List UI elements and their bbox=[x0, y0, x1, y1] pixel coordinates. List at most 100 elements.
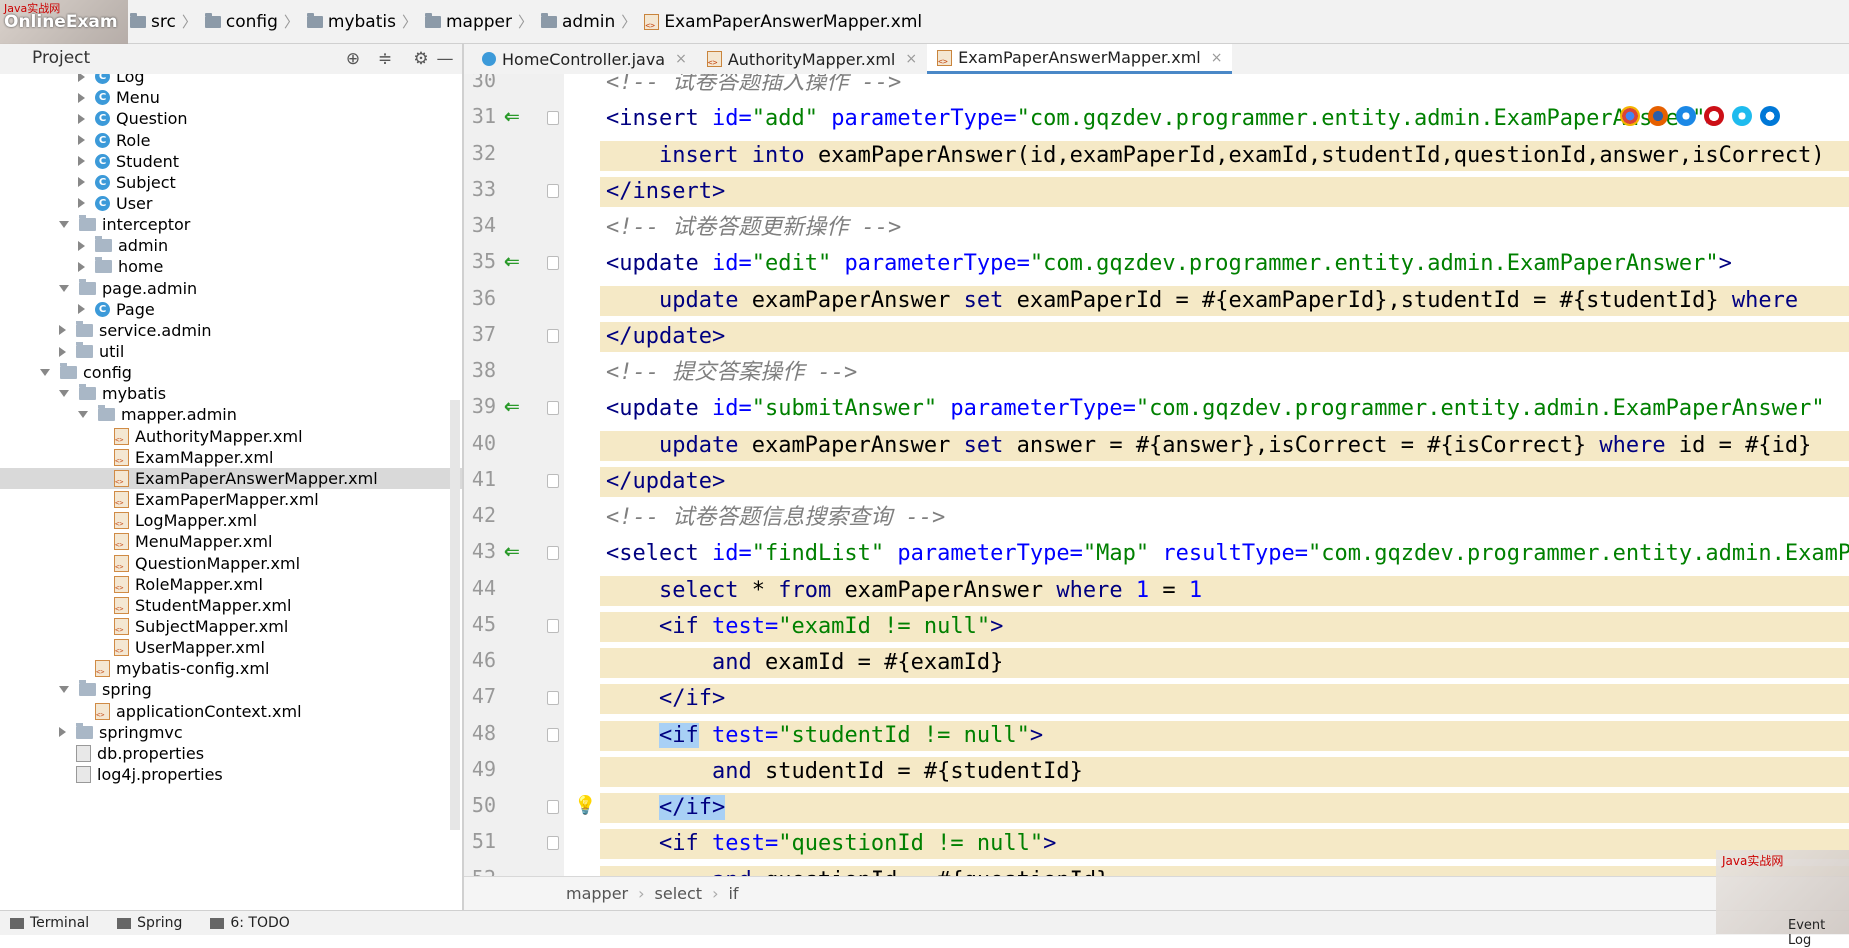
code-editor[interactable]: 30 <!-- 试卷答题插入操作 --> 31 ⇐ <insert id="add" p… bbox=[464, 74, 1849, 876]
editor-tab[interactable]: AuthorityMapper.xml × bbox=[697, 44, 927, 74]
locate-icon[interactable]: ⊕ bbox=[344, 50, 362, 68]
code-text[interactable]: </update> bbox=[600, 321, 1849, 352]
hide-panel-icon[interactable]: — bbox=[436, 50, 454, 68]
tree-item[interactable]: mybatis bbox=[0, 383, 462, 404]
expanded-arrow-icon[interactable] bbox=[59, 284, 69, 292]
code-text[interactable]: <if test="questionId != null"> bbox=[600, 829, 1849, 860]
collapsed-arrow-icon[interactable] bbox=[78, 74, 85, 82]
collapsed-arrow-icon[interactable] bbox=[59, 727, 66, 738]
chrome-icon[interactable] bbox=[1620, 106, 1640, 126]
code-text[interactable]: and examId = #{examId} bbox=[600, 648, 1849, 678]
fold-marker-icon[interactable] bbox=[547, 111, 559, 126]
tree-item[interactable]: home bbox=[0, 256, 462, 277]
safari-icon[interactable] bbox=[1676, 106, 1696, 126]
expanded-arrow-icon[interactable] bbox=[40, 369, 50, 377]
collapsed-arrow-icon[interactable] bbox=[78, 92, 85, 103]
code-text[interactable]: and studentId = #{studentId} bbox=[600, 756, 1849, 787]
breadcrumb-item[interactable]: ExamPaperAnswerMapper.xml bbox=[644, 12, 922, 32]
tree-item[interactable]: mybatis-config.xml bbox=[0, 658, 462, 679]
code-text[interactable]: update examPaperAnswer set answer = #{an… bbox=[600, 430, 1849, 461]
collapsed-arrow-icon[interactable] bbox=[78, 135, 85, 145]
close-icon[interactable]: × bbox=[905, 51, 917, 67]
editor-breadcrumb-item[interactable]: select bbox=[655, 884, 703, 903]
tree-item[interactable]: ExamMapper.xml bbox=[0, 447, 462, 468]
fold-marker-icon[interactable] bbox=[547, 401, 559, 416]
fold-marker-icon[interactable] bbox=[547, 546, 559, 561]
code-text[interactable]: </insert> bbox=[600, 176, 1849, 207]
code-text[interactable]: update examPaperAnswer set examPaperId =… bbox=[600, 285, 1849, 316]
tree-item[interactable]: RoleMapper.xml bbox=[0, 574, 462, 595]
code-text[interactable]: </if> bbox=[600, 684, 1849, 715]
fold-marker-icon[interactable] bbox=[547, 618, 559, 633]
close-icon[interactable]: × bbox=[675, 51, 687, 67]
collapsed-arrow-icon[interactable] bbox=[78, 113, 85, 124]
breadcrumb-item[interactable]: src bbox=[130, 12, 176, 32]
collapsed-arrow-icon[interactable] bbox=[78, 198, 85, 209]
implementation-arrow-icon[interactable]: ⇐ bbox=[504, 103, 520, 129]
tree-item[interactable]: db.properties bbox=[0, 743, 462, 764]
fold-marker-icon[interactable] bbox=[547, 727, 559, 742]
edge-icon[interactable] bbox=[1760, 106, 1780, 126]
statusbar-6-todo[interactable]: 6: TODO bbox=[210, 915, 290, 931]
fold-marker-icon[interactable] bbox=[547, 473, 559, 488]
implementation-arrow-icon[interactable]: ⇐ bbox=[504, 248, 520, 274]
expanded-arrow-icon[interactable] bbox=[78, 411, 88, 419]
fold-marker-icon[interactable] bbox=[547, 800, 559, 814]
tree-item[interactable]: QuestionMapper.xml bbox=[0, 552, 462, 573]
tree-item[interactable]: SubjectMapper.xml bbox=[0, 616, 462, 637]
tree-item[interactable]: C Subject bbox=[0, 172, 462, 193]
tree-item[interactable]: C Page bbox=[0, 299, 462, 320]
code-text[interactable]: </update> bbox=[600, 466, 1849, 497]
tree-item[interactable]: spring bbox=[0, 679, 462, 700]
tree-item[interactable]: ExamPaperMapper.xml bbox=[0, 489, 462, 510]
code-text[interactable]: <!-- 试卷答题更新操作 --> bbox=[600, 213, 1849, 243]
tree-item[interactable]: util bbox=[0, 341, 462, 362]
tree-item[interactable]: C Student bbox=[0, 151, 462, 172]
opera-icon[interactable] bbox=[1704, 106, 1724, 126]
event-log-button[interactable]: Event Log bbox=[1788, 918, 1849, 948]
tree-item[interactable]: config bbox=[0, 362, 462, 383]
collapsed-arrow-icon[interactable] bbox=[78, 261, 85, 272]
code-text[interactable]: <update id="edit" parameterType="com.gqz… bbox=[600, 249, 1849, 279]
tree-item[interactable]: admin bbox=[0, 235, 462, 256]
project-panel-title[interactable]: Project bbox=[32, 48, 90, 68]
fold-marker-icon[interactable] bbox=[547, 183, 559, 198]
breadcrumb-item[interactable]: mybatis bbox=[306, 12, 396, 32]
expanded-arrow-icon[interactable] bbox=[59, 221, 69, 229]
tree-item[interactable]: C Role bbox=[0, 129, 462, 150]
code-text[interactable]: <select id="findList" parameterType="Map… bbox=[600, 539, 1849, 569]
tree-item[interactable]: MenuMapper.xml bbox=[0, 531, 462, 552]
collapsed-arrow-icon[interactable] bbox=[78, 177, 85, 188]
code-text[interactable]: and questionId = #{questionId} bbox=[600, 865, 1849, 876]
breadcrumb-item[interactable]: admin bbox=[541, 12, 615, 32]
tree-item[interactable]: C Question bbox=[0, 108, 462, 129]
collapsed-arrow-icon[interactable] bbox=[78, 156, 85, 167]
expanded-arrow-icon[interactable] bbox=[59, 390, 69, 398]
code-text[interactable]: <!-- 试卷答题插入操作 --> bbox=[600, 74, 1849, 98]
ie-icon[interactable] bbox=[1732, 106, 1752, 126]
tree-item[interactable]: service.admin bbox=[0, 320, 462, 341]
collapsed-arrow-icon[interactable] bbox=[59, 325, 66, 336]
editor-tab[interactable]: ExamPaperAnswerMapper.xml × bbox=[927, 44, 1233, 74]
tree-item[interactable]: interceptor bbox=[0, 214, 462, 235]
fold-marker-icon[interactable] bbox=[547, 691, 559, 706]
tree-item[interactable]: UserMapper.xml bbox=[0, 637, 462, 658]
code-text[interactable]: </if> bbox=[600, 793, 1849, 823]
tree-item[interactable]: log4j.properties bbox=[0, 764, 462, 785]
editor-tab[interactable]: HomeController.java × bbox=[472, 44, 697, 74]
expanded-arrow-icon[interactable] bbox=[59, 686, 69, 694]
tree-item[interactable]: C Menu bbox=[0, 87, 462, 108]
tree-item[interactable]: StudentMapper.xml bbox=[0, 595, 462, 616]
statusbar-spring[interactable]: Spring bbox=[117, 915, 182, 931]
statusbar-terminal[interactable]: Terminal bbox=[10, 915, 89, 931]
editor-breadcrumb-item[interactable]: mapper bbox=[566, 884, 628, 903]
implementation-arrow-icon[interactable]: ⇐ bbox=[504, 393, 520, 419]
code-text[interactable]: insert into examPaperAnswer(id,examPaper… bbox=[600, 140, 1849, 171]
code-text[interactable]: select * from examPaperAnswer where 1 = … bbox=[600, 575, 1849, 606]
code-text[interactable]: <if test="studentId != null"> bbox=[600, 720, 1849, 751]
tree-item[interactable]: C User bbox=[0, 193, 462, 214]
code-text[interactable]: <if test="examId != null"> bbox=[600, 611, 1849, 642]
settings-gear-icon[interactable]: ⚙ bbox=[412, 50, 430, 68]
tree-scrollbar[interactable] bbox=[450, 400, 460, 830]
tree-item[interactable]: mapper.admin bbox=[0, 404, 462, 425]
